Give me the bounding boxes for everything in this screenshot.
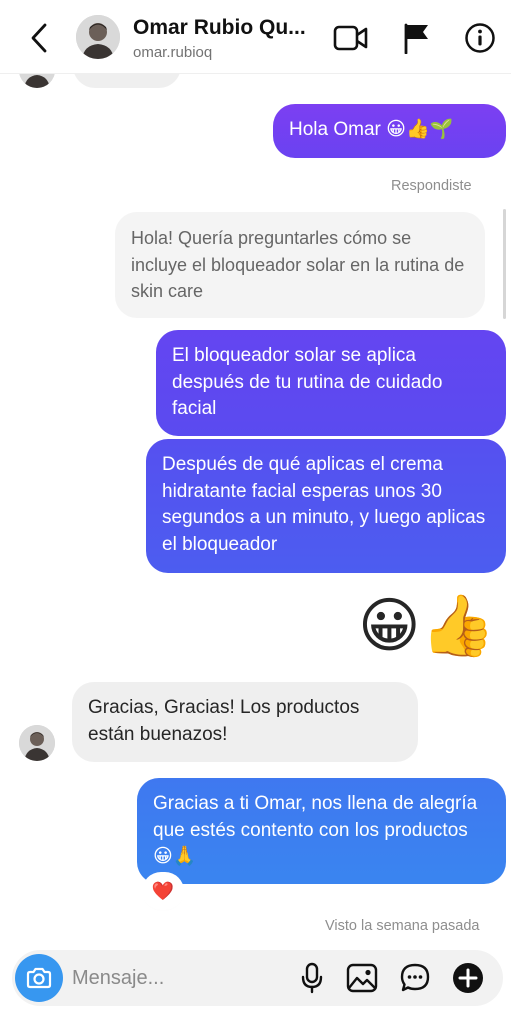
- message-input[interactable]: [72, 962, 292, 994]
- reply-label: Respondiste: [391, 178, 472, 194]
- scrollbar[interactable]: [503, 209, 506, 319]
- sent-message[interactable]: El bloqueador solar se aplica después de…: [156, 330, 506, 436]
- flag-icon[interactable]: [398, 20, 434, 56]
- chat-bubble-icon[interactable]: [397, 960, 433, 996]
- contact-username: omar.rubioq: [133, 44, 213, 61]
- contact-avatar-small[interactable]: [19, 74, 55, 88]
- plus-circle-icon[interactable]: [450, 960, 486, 996]
- message-text: Después de qué aplicas el crema hidratan…: [162, 454, 486, 555]
- message-text: Hola! Quería preguntarles cómo se incluy…: [131, 228, 465, 301]
- heart-reaction-icon[interactable]: ❤️: [144, 874, 182, 908]
- message-composer: [12, 950, 503, 1006]
- message-text: El bloqueador solar se aplica después de…: [172, 345, 443, 419]
- large-emoji-message[interactable]: 😀👍: [358, 596, 495, 656]
- message-text: Hola Omar 😀👍🌱: [289, 119, 454, 140]
- chat-header: Omar Rubio Qu... omar.rubioq: [0, 0, 511, 74]
- message-text: Gracias, Gracias! Los productos están bu…: [88, 697, 360, 745]
- message-thread[interactable]: Hola Omar 😀👍🌱 Respondiste Hola! Quería p…: [0, 74, 511, 944]
- replied-message-quote[interactable]: Hola! Quería preguntarles cómo se incluy…: [115, 212, 485, 318]
- contact-name[interactable]: Omar Rubio Qu...: [133, 16, 318, 40]
- video-camera-icon[interactable]: [333, 20, 369, 56]
- info-icon[interactable]: [462, 20, 498, 56]
- received-message[interactable]: Gracias, Gracias! Los productos están bu…: [72, 682, 418, 762]
- sent-message[interactable]: Después de qué aplicas el crema hidratan…: [146, 439, 506, 573]
- sent-message[interactable]: Gracias a ti Omar, nos llena de alegría …: [137, 778, 506, 884]
- previous-message-bubble[interactable]: [73, 74, 181, 88]
- camera-icon[interactable]: [15, 954, 63, 1002]
- seen-status: Visto la semana pasada: [325, 918, 480, 934]
- microphone-icon[interactable]: [294, 960, 330, 996]
- sent-message[interactable]: Hola Omar 😀👍🌱: [273, 104, 506, 158]
- chevron-left-icon[interactable]: [24, 21, 54, 55]
- message-text: Gracias a ti Omar, nos llena de alegría …: [153, 793, 478, 867]
- contact-avatar-small[interactable]: [19, 725, 55, 761]
- image-icon[interactable]: [344, 960, 380, 996]
- contact-avatar[interactable]: [76, 15, 120, 59]
